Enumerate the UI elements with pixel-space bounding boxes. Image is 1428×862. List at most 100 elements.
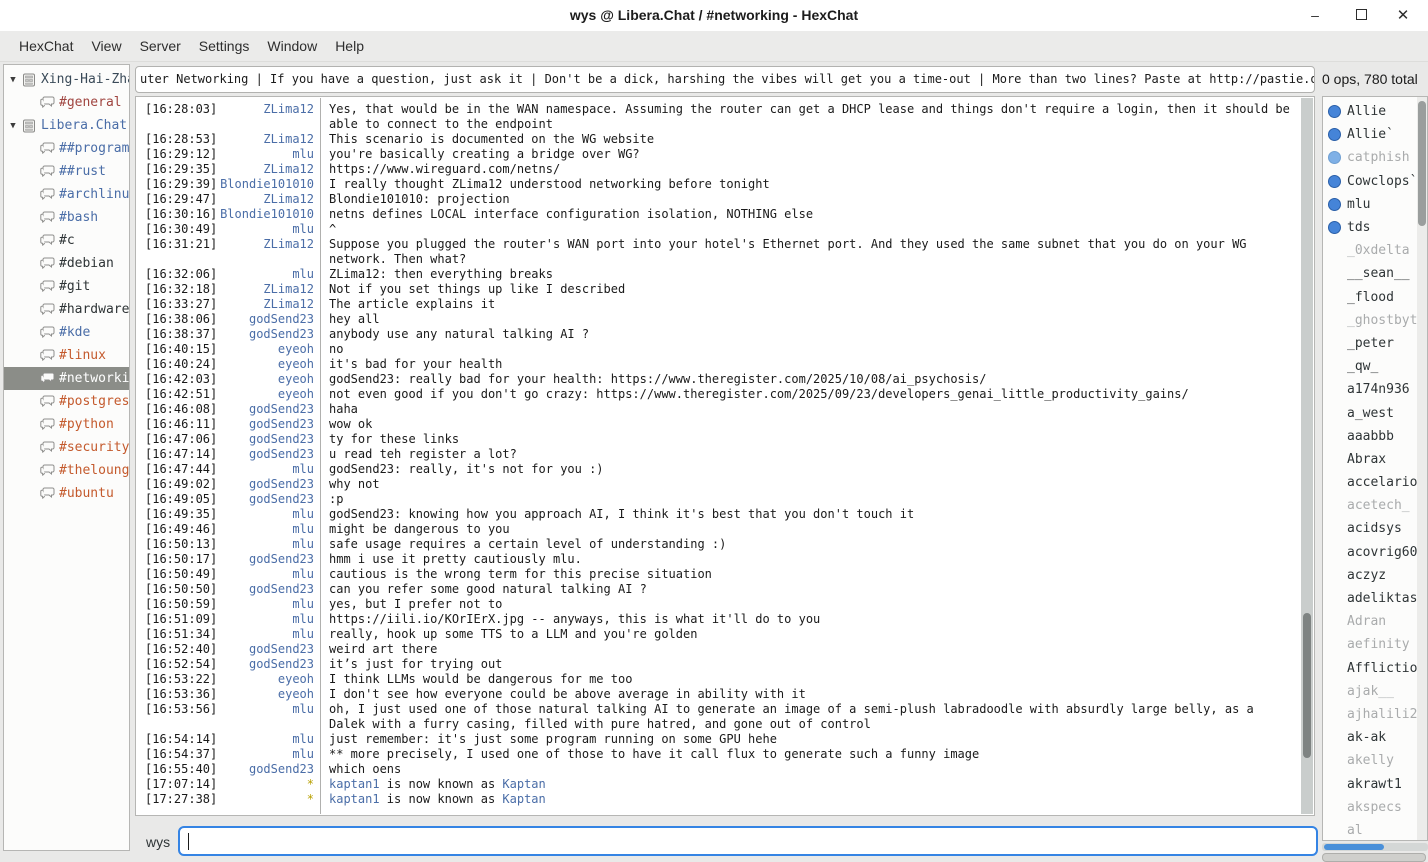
chat-message-row: [16:33:27]ZLima12The article explains it (137, 297, 1300, 312)
topic-input[interactable]: uter Networking | If you have a question… (135, 66, 1315, 93)
userlist-item-aefinity[interactable]: aefinity (1323, 633, 1427, 656)
sidebar-item-c[interactable]: #c (4, 229, 129, 252)
minimize-button[interactable]: – (1298, 0, 1332, 31)
userlist-horizontal-scrollbar-thumb[interactable] (1324, 844, 1384, 850)
userlist-item-afflictio[interactable]: Afflictio (1323, 657, 1427, 680)
sidebar-item-label: #kde (59, 325, 90, 340)
sidebar-item-hardware[interactable]: #hardware (4, 298, 129, 321)
userlist-item-mlu[interactable]: mlu (1323, 193, 1427, 216)
sidebar-item-xing-hai-zhan[interactable]: ▼Xing-Hai-Zhan (4, 68, 129, 91)
userlist-resize-grip[interactable] (1322, 853, 1426, 862)
sidebar-item-thelounge[interactable]: #thelounge (4, 459, 129, 482)
user-nick-label: catphish (1347, 150, 1410, 165)
message-nick: mlu (219, 462, 320, 477)
userlist-item-aaabbb[interactable]: aaabbb (1323, 425, 1427, 448)
message-nick: eyeoh (219, 387, 320, 402)
menu-help[interactable]: Help (326, 31, 373, 61)
message-input[interactable] (178, 826, 1318, 856)
channel-icon (38, 96, 56, 109)
userlist-item-ajak[interactable]: ajak__ (1323, 680, 1427, 703)
userlist-item-al[interactable]: al (1323, 819, 1427, 841)
chat-message-area[interactable]: [16:28:03]ZLima12Yes, that would be in t… (137, 98, 1300, 814)
channel-icon (38, 326, 56, 339)
user-nick-label: _flood (1347, 290, 1394, 305)
chat-scrollbar-thumb[interactable] (1303, 613, 1311, 758)
userlist-item-akelly[interactable]: akelly (1323, 749, 1427, 772)
userlist-item-a174n936[interactable]: a174n936 (1323, 378, 1427, 401)
message-timestamp: [17:27:38] (137, 792, 219, 807)
userlist-item-flood[interactable]: _flood (1323, 286, 1427, 309)
userlist-scrollbar-thumb[interactable] (1418, 101, 1426, 226)
sidebar-item-label: #archlinux (59, 187, 129, 202)
chat-message-row: [16:54:37]mlu** more precisely, I used o… (137, 747, 1300, 762)
message-text: I really thought ZLima12 understood netw… (320, 177, 1300, 192)
expander-icon[interactable]: ▼ (6, 75, 20, 85)
sidebar-item-security[interactable]: #security (4, 436, 129, 459)
channel-icon (38, 441, 56, 454)
window-title: wys @ Libera.Chat / #networking - HexCha… (0, 0, 1428, 31)
sidebar-item-archlinux[interactable]: #archlinux (4, 183, 129, 206)
userlist-item-abrax[interactable]: Abrax (1323, 448, 1427, 471)
menu-hexchat[interactable]: HexChat (10, 31, 82, 61)
sidebar-item-label: #python (59, 417, 114, 432)
user-nick-label: akspecs (1347, 800, 1402, 815)
userlist-item-aczyz[interactable]: aczyz (1323, 564, 1427, 587)
userlist-item-0xdelta[interactable]: _0xdelta (1323, 239, 1427, 262)
userlist-item-sean[interactable]: __sean__ (1323, 262, 1427, 285)
channel-icon (38, 418, 56, 431)
userlist-item-adran[interactable]: Adran (1323, 610, 1427, 633)
expander-icon[interactable]: ▼ (6, 121, 20, 131)
sidebar-item-ubuntu[interactable]: #ubuntu (4, 482, 129, 505)
sidebar-item-python[interactable]: #python (4, 413, 129, 436)
sidebar-item-git[interactable]: #git (4, 275, 129, 298)
chat-scrollbar[interactable] (1301, 98, 1313, 814)
sidebar-item-libera-chat[interactable]: ▼ Libera.Chat (4, 114, 129, 137)
userlist-item-ghostbyt[interactable]: _ghostbyt (1323, 309, 1427, 332)
userlist-item-cowclops[interactable]: Cowclops` (1323, 170, 1427, 193)
input-nick-label: wys (146, 828, 170, 856)
sidebar-item-general[interactable]: #general (4, 91, 129, 114)
userlist-item-acidsys[interactable]: acidsys (1323, 517, 1427, 540)
userlist-item-a-west[interactable]: a_west (1323, 401, 1427, 424)
userlist-item-allie[interactable]: Allie` (1323, 123, 1427, 146)
userlist-item-allie[interactable]: Allie (1323, 100, 1427, 123)
sidebar-item-linux[interactable]: #linux (4, 344, 129, 367)
userlist-item-catphish[interactable]: catphish (1323, 146, 1427, 169)
user-nick-label: mlu (1347, 197, 1370, 212)
userlist-item-tds[interactable]: tds (1323, 216, 1427, 239)
user-nick-label: _qw_ (1347, 359, 1378, 374)
userlist-vertical-scrollbar[interactable] (1417, 97, 1427, 840)
nick-reference: Kaptan (502, 792, 545, 806)
menu-window[interactable]: Window (258, 31, 326, 61)
sidebar-item-networking[interactable]: #networking (4, 367, 129, 390)
userlist-item-qw[interactable]: _qw_ (1323, 355, 1427, 378)
chat-message-row: [16:40:15]eyeohno (137, 342, 1300, 357)
userlist-item-acovrig60[interactable]: acovrig60 (1323, 541, 1427, 564)
userlist-horizontal-scrollbar[interactable] (1322, 843, 1428, 851)
sidebar-item-debian[interactable]: #debian (4, 252, 129, 275)
userlist-item-acetech[interactable]: acetech_ (1323, 494, 1427, 517)
channel-icon (38, 464, 56, 477)
menu-server[interactable]: Server (131, 31, 190, 61)
maximize-button[interactable] (1344, 0, 1378, 31)
close-button[interactable]: ✕ (1386, 0, 1420, 31)
sidebar-item-label: Libera.Chat (41, 118, 127, 133)
sidebar-item-postgresql[interactable]: #postgresql (4, 390, 129, 413)
userlist-item-ajhalili2[interactable]: ajhalili2 (1323, 703, 1427, 726)
user-nick-label: aczyz (1347, 568, 1386, 583)
message-nick: ZLima12 (219, 282, 320, 297)
message-text: safe usage requires a certain level of u… (320, 537, 1300, 552)
sidebar-item-label: #networking (59, 371, 129, 386)
sidebar-item-rust[interactable]: ##rust (4, 160, 129, 183)
userlist-item-akrawt1[interactable]: akrawt1 (1323, 772, 1427, 795)
sidebar-item-programming[interactable]: ##programming (4, 137, 129, 160)
sidebar-item-kde[interactable]: #kde (4, 321, 129, 344)
userlist-item-peter[interactable]: _peter (1323, 332, 1427, 355)
menu-view[interactable]: View (82, 31, 130, 61)
sidebar-item-bash[interactable]: #bash (4, 206, 129, 229)
userlist-item-accelario[interactable]: accelario (1323, 471, 1427, 494)
userlist-item-ak-ak[interactable]: ak-ak (1323, 726, 1427, 749)
menu-settings[interactable]: Settings (190, 31, 259, 61)
userlist-item-akspecs[interactable]: akspecs (1323, 796, 1427, 819)
userlist-item-adeliktas[interactable]: adeliktas (1323, 587, 1427, 610)
